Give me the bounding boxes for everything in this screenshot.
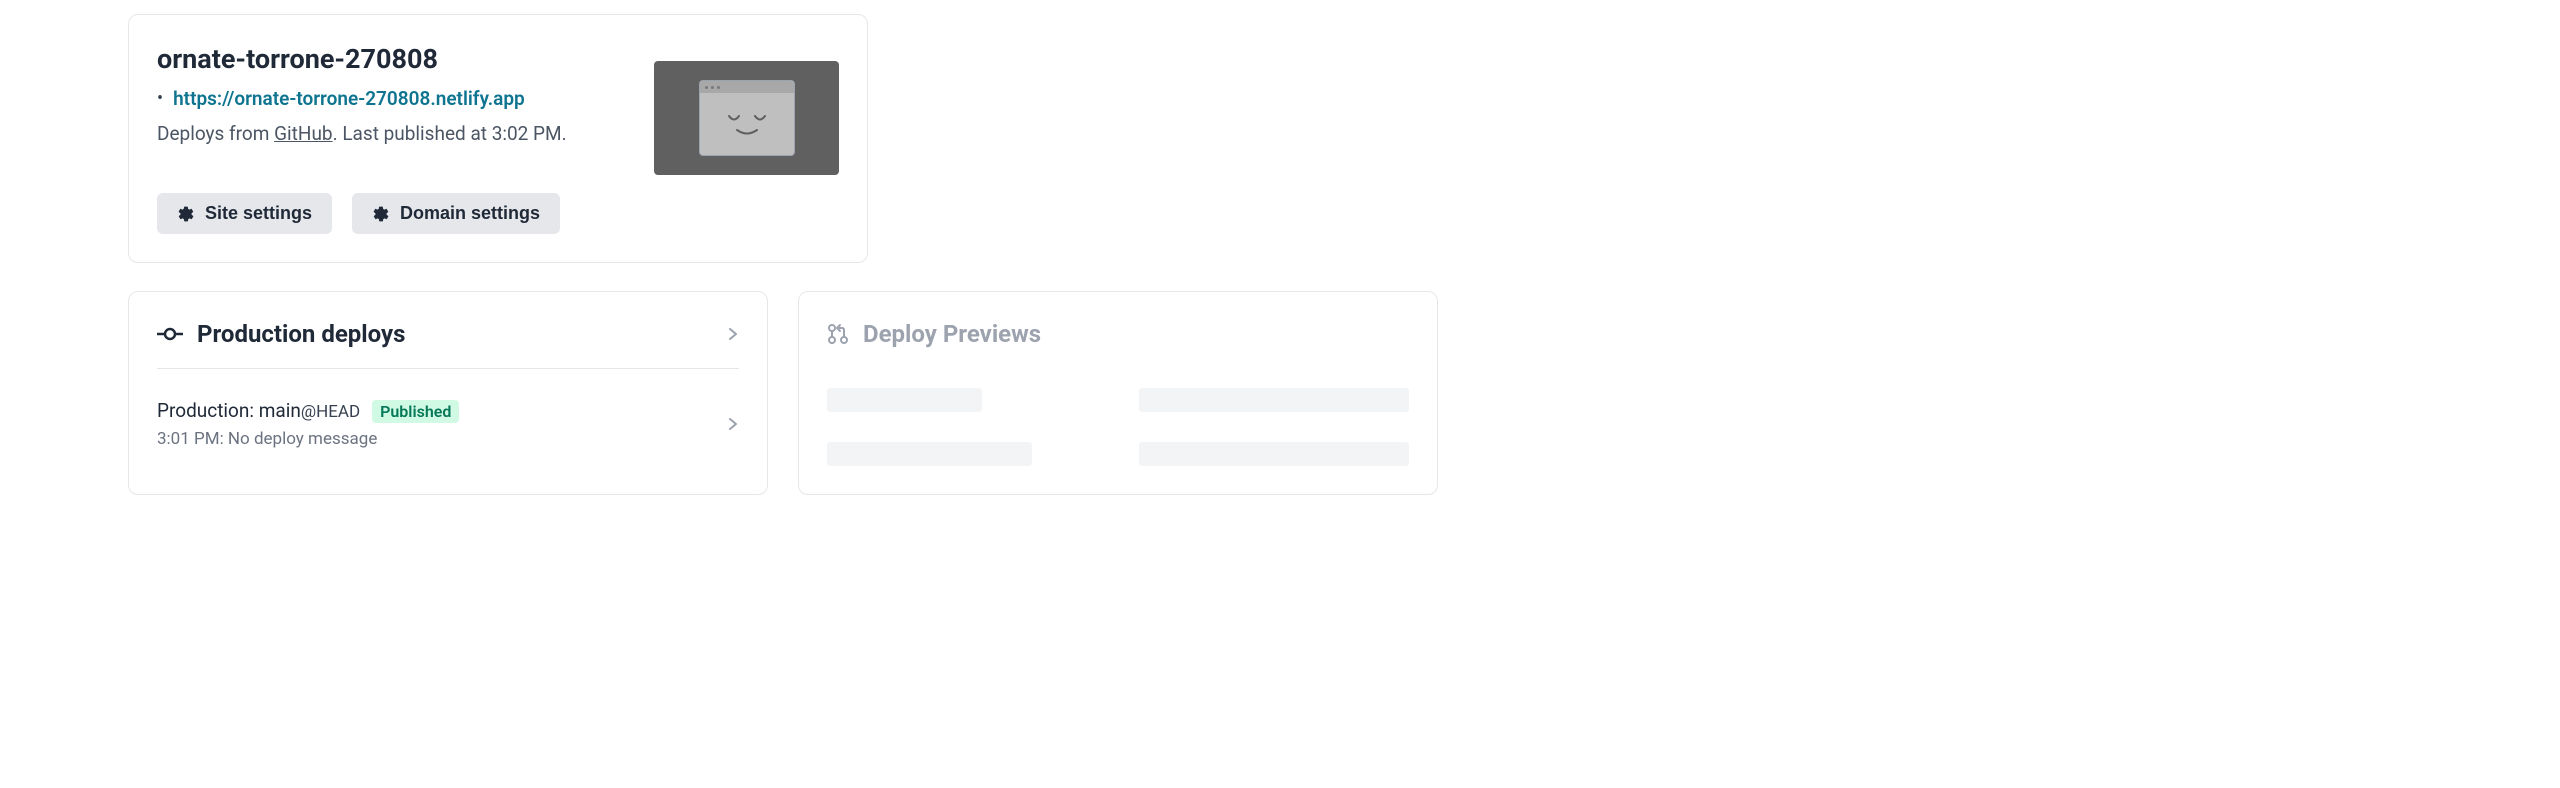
site-settings-button[interactable]: Site settings	[157, 193, 332, 234]
commit-icon	[157, 325, 183, 343]
bullet: •	[157, 88, 163, 109]
chevron-right-icon	[727, 328, 739, 340]
github-link[interactable]: GitHub	[274, 122, 332, 145]
deploy-previews-panel: Deploy Previews	[798, 291, 1438, 495]
deploy-previews-header[interactable]: Deploy Previews	[827, 320, 1409, 348]
production-deploys-title: Production deploys	[197, 320, 405, 348]
browser-placeholder-icon	[699, 80, 795, 156]
production-deploys-header[interactable]: Production deploys	[157, 320, 739, 369]
deploy-published-suffix: . Last published at 3:02 PM.	[333, 122, 567, 145]
skeleton-loading	[827, 348, 1409, 466]
deploy-message: No deploy message	[228, 429, 377, 449]
deploy-previews-title: Deploy Previews	[863, 320, 1041, 348]
deploy-row[interactable]: Production: main@HEAD Published 3:01 PM:…	[157, 369, 739, 449]
domain-settings-button[interactable]: Domain settings	[352, 193, 560, 234]
deploy-meta: 3:01 PM: No deploy message	[157, 429, 727, 449]
deploy-source-prefix: Deploys from	[157, 122, 274, 145]
site-settings-label: Site settings	[205, 203, 312, 224]
button-row: Site settings Domain settings	[157, 193, 839, 234]
pull-request-icon	[827, 323, 849, 345]
deploy-branch: main	[259, 399, 301, 422]
site-url-link[interactable]: https://ornate-torrone-270808.netlify.ap…	[173, 87, 525, 110]
deploy-label: Production:	[157, 399, 259, 422]
gear-icon	[372, 205, 390, 223]
skeleton-block	[827, 442, 1032, 466]
production-deploys-panel: Production deploys Production: main@HEAD…	[128, 291, 768, 495]
site-preview-thumbnail[interactable]	[654, 61, 839, 175]
skeleton-block	[1139, 442, 1409, 466]
chevron-right-icon	[727, 418, 739, 430]
published-badge: Published	[372, 400, 459, 423]
site-overview-card: ornate-torrone-270808 • https://ornate-t…	[128, 14, 868, 263]
panels-row: Production deploys Production: main@HEAD…	[128, 291, 2560, 495]
domain-settings-label: Domain settings	[400, 203, 540, 224]
skeleton-block	[1139, 388, 1409, 412]
deploy-ref: @HEAD	[301, 402, 360, 422]
skeleton-block	[827, 388, 982, 412]
gear-icon	[177, 205, 195, 223]
deploy-time: 3:01 PM:	[157, 429, 228, 449]
